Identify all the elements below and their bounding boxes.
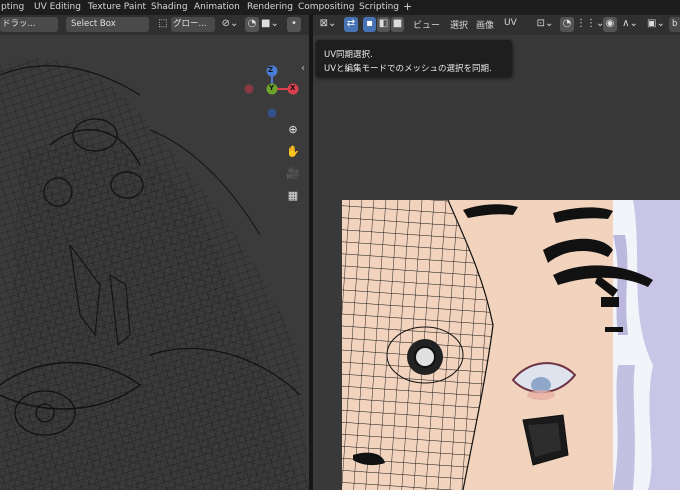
drag-dropdown-label: ドラッ... bbox=[2, 19, 36, 29]
image-browse-icon[interactable]: ▣⌄ bbox=[647, 17, 665, 32]
proportional-icon[interactable]: ◉ bbox=[603, 17, 617, 32]
falloff-icon[interactable]: ∧⌄ bbox=[619, 17, 641, 32]
pivot-icon[interactable]: ⊘⌄ bbox=[219, 17, 241, 32]
tab-uv-editing[interactable]: UV Editing bbox=[34, 0, 81, 15]
ortho-grid-icon[interactable]: ▦ bbox=[284, 187, 302, 205]
uv-sync-select-icon[interactable]: ⇄ bbox=[344, 17, 358, 32]
drag-dropdown[interactable]: ドラッ... bbox=[0, 17, 58, 32]
vertex-select-icon[interactable]: ▪ bbox=[363, 17, 376, 32]
viewport-header: ドラッ... Select Box ⬚ グロー... ⊘⌄ ◔ ■⌄ • bbox=[0, 15, 309, 35]
pivot-point-icon[interactable]: ⊡⌄ bbox=[534, 17, 556, 32]
proportional-edit-icon[interactable]: • bbox=[287, 17, 301, 32]
face-select-icon[interactable]: ■ bbox=[391, 17, 404, 32]
sidebar-toggle-icon[interactable]: ‹ bbox=[301, 63, 305, 74]
tooltip-body: UVと編集モードでのメッシュの選択を同期. bbox=[324, 64, 492, 74]
tab-scripting[interactable]: Scripting bbox=[359, 0, 399, 15]
3d-viewport[interactable]: Z X Y ⊕ ✋ 🎥 ▦ ‹ bbox=[0, 35, 309, 490]
uv-editor-canvas[interactable] bbox=[313, 35, 680, 490]
transform-orientation-dropdown[interactable]: グロー... bbox=[171, 17, 215, 32]
menu-uv[interactable]: UV bbox=[504, 18, 517, 28]
workspace-tab-bar: pting UV Editing Texture Paint Shading A… bbox=[0, 0, 680, 15]
add-workspace-button[interactable]: + bbox=[403, 0, 412, 15]
transform-orientation-label: グロー... bbox=[173, 19, 207, 29]
uv-editor-header: ⊠⌄ ⇄ ▪ ◧ ■ ビュー 選択 画像 UV ⊡⌄ ◔ ⋮⋮⌄ ◉ ∧⌄ ▣⌄… bbox=[313, 15, 680, 35]
zoom-icon[interactable]: ⊕ bbox=[284, 121, 302, 139]
tab-compositing[interactable]: Compositing bbox=[298, 0, 354, 15]
menu-image[interactable]: 画像 bbox=[476, 18, 494, 31]
uv-sync-tooltip: UV同期選択. UVと編集モードでのメッシュの選択を同期. bbox=[316, 40, 512, 77]
select-box-dropdown[interactable]: Select Box bbox=[66, 17, 149, 32]
pan-hand-icon[interactable]: ✋ bbox=[284, 143, 302, 161]
tab-shading[interactable]: Shading bbox=[151, 0, 188, 15]
tab-animation[interactable]: Animation bbox=[194, 0, 240, 15]
snap-icon[interactable]: ◔ bbox=[245, 17, 259, 32]
gizmo-z-label: Z bbox=[268, 66, 274, 74]
snap-target-icon[interactable]: ■⌄ bbox=[261, 17, 279, 32]
select-box-label: Select Box bbox=[71, 19, 116, 29]
uv-image-and-mesh bbox=[342, 199, 680, 490]
gizmo-x-label: X bbox=[290, 84, 296, 92]
gizmo-y-label: Y bbox=[269, 84, 275, 92]
menu-select[interactable]: 選択 bbox=[450, 18, 468, 31]
tab-rendering[interactable]: Rendering bbox=[247, 0, 293, 15]
snap-increment-icon[interactable]: ⋮⋮⌄ bbox=[576, 17, 604, 32]
camera-icon[interactable]: 🎥 bbox=[284, 165, 302, 183]
editor-type-icon[interactable]: ⊠⌄ bbox=[316, 17, 340, 32]
tab-sculpting[interactable]: pting bbox=[1, 0, 24, 15]
menu-view[interactable]: ビュー bbox=[413, 18, 440, 31]
tab-texture-paint[interactable]: Texture Paint bbox=[88, 0, 146, 15]
image-name-field[interactable]: b bbox=[669, 17, 680, 32]
tooltip-title: UV同期選択. bbox=[324, 50, 373, 60]
image-name-label: b bbox=[672, 19, 678, 29]
uv-snap-icon[interactable]: ◔ bbox=[560, 17, 574, 32]
orientation-icon: ⬚ bbox=[158, 18, 168, 29]
edge-select-icon[interactable]: ◧ bbox=[377, 17, 390, 32]
